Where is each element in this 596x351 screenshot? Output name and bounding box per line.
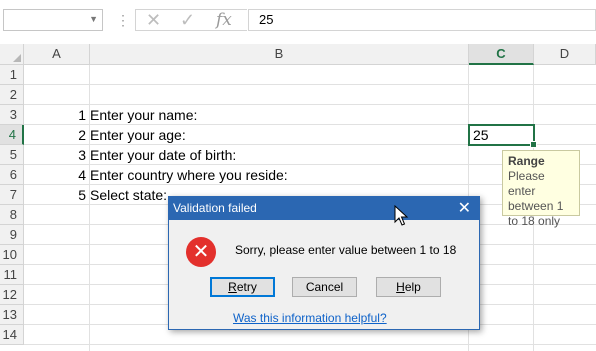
dialog-title: Validation failed — [173, 201, 257, 215]
dialog-title-bar[interactable]: Validation failed — [169, 197, 479, 220]
formula-bar-buttons: ✕ ✓ fx — [135, 9, 247, 31]
insert-function-icon[interactable]: fx — [216, 10, 232, 30]
formula-bar: ▼ ⋮ ✕ ✓ fx 25 — [0, 0, 596, 44]
row-header-6[interactable]: 6 — [0, 165, 24, 185]
active-cell-c4[interactable]: 25 — [468, 124, 537, 148]
cancel-entry-icon[interactable]: ✕ — [146, 10, 161, 30]
column-header-b[interactable]: B — [90, 44, 469, 65]
cell-a7[interactable]: 5 — [24, 185, 87, 205]
row-header-13[interactable]: 13 — [0, 305, 24, 325]
row-header-8[interactable]: 8 — [0, 205, 24, 225]
row-header-12[interactable]: 12 — [0, 285, 24, 305]
row-header-5[interactable]: 5 — [0, 145, 24, 165]
formula-input[interactable]: 25 — [248, 9, 596, 31]
row-header-10[interactable]: 10 — [0, 245, 24, 265]
mouse-cursor-icon — [394, 205, 409, 226]
help-mnemonic: H — [396, 280, 405, 294]
dialog-message: Sorry, please enter value between 1 to 1… — [235, 243, 457, 257]
formula-bar-grip-icon: ⋮ — [116, 12, 130, 28]
row-header-3[interactable]: 3 — [0, 105, 24, 125]
column-header-d[interactable]: D — [534, 44, 596, 65]
gridline — [24, 84, 596, 85]
row-header-1[interactable]: 1 — [0, 65, 24, 85]
cell-a4[interactable]: 2 — [24, 125, 87, 145]
help-button[interactable]: Help — [376, 277, 441, 297]
cell-b3[interactable]: Enter your name: — [90, 105, 197, 125]
column-header-c[interactable]: C — [469, 44, 534, 65]
row-header-4[interactable]: 4 — [0, 125, 24, 145]
chevron-down-icon[interactable]: ▼ — [89, 14, 98, 24]
row-header-7[interactable]: 7 — [0, 185, 24, 205]
cell-b4[interactable]: Enter your age: — [90, 125, 186, 145]
row-header-9[interactable]: 9 — [0, 225, 24, 245]
cell-b5[interactable]: Enter your date of birth: — [90, 145, 236, 165]
input-message-tooltip: Range Please enter between 1 to 18 only — [502, 150, 580, 228]
retry-button[interactable]: Retry — [210, 277, 275, 297]
tooltip-title: Range — [508, 154, 545, 168]
name-box[interactable]: ▼ — [3, 9, 103, 31]
cell-a5[interactable]: 3 — [24, 145, 87, 165]
cancel-button[interactable]: Cancel — [292, 277, 357, 297]
feedback-link[interactable]: Was this information helpful? — [233, 311, 387, 325]
confirm-entry-icon[interactable]: ✓ — [180, 10, 195, 30]
row-header-14[interactable]: 14 — [0, 325, 24, 345]
cell-b7[interactable]: Select state: — [90, 185, 167, 205]
close-icon[interactable]: ✕ — [458, 197, 471, 220]
row-header-2[interactable]: 2 — [0, 85, 24, 105]
validation-dialog: Validation failed ✕ ✕ Sorry, please ente… — [168, 196, 480, 330]
gridline — [24, 344, 596, 345]
tooltip-message: Please enter between 1 to 18 only — [508, 169, 564, 228]
cell-a6[interactable]: 4 — [24, 165, 87, 185]
retry-label: etry — [236, 280, 257, 294]
retry-mnemonic: R — [228, 280, 237, 294]
cell-a3[interactable]: 1 — [24, 105, 87, 125]
help-label: elp — [404, 280, 421, 294]
cell-b6[interactable]: Enter country where you reside: — [90, 165, 288, 185]
row-header-11[interactable]: 11 — [0, 265, 24, 285]
error-icon: ✕ — [186, 237, 216, 267]
select-all-corner[interactable] — [0, 44, 24, 65]
column-header-a[interactable]: A — [24, 44, 90, 65]
